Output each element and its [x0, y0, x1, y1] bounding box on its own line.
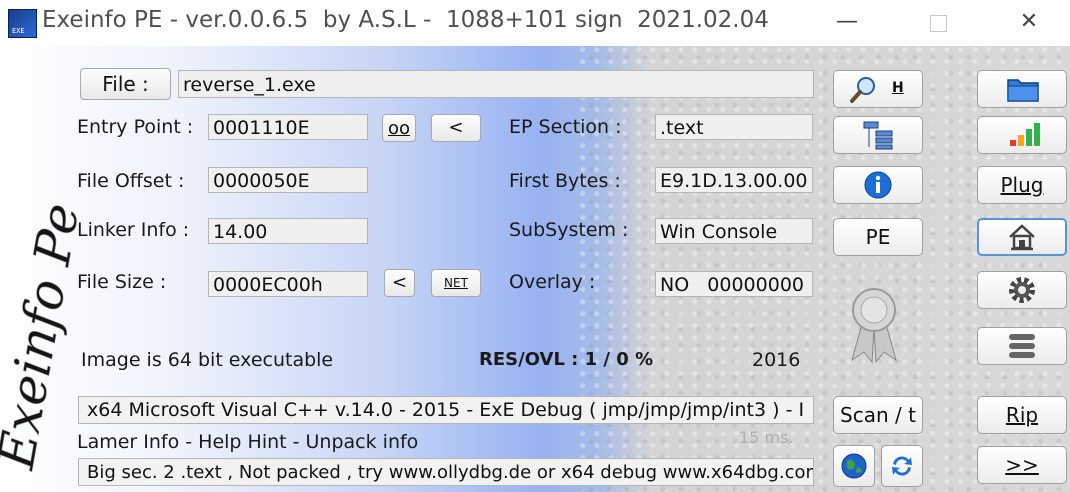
plug-button[interactable]: Plug [977, 166, 1067, 204]
sections-button[interactable] [833, 116, 923, 154]
web-button[interactable] [833, 445, 875, 487]
app-icon: EXE [8, 9, 37, 38]
first-bytes-field[interactable]: E9.1D.13.00.00 [655, 167, 813, 193]
linker-info-label: Linker Info : [77, 219, 190, 241]
stack-icon [1009, 334, 1035, 358]
signal-bars-icon [1010, 123, 1040, 146]
file-size-label: File Size : [77, 271, 167, 293]
file-path-field[interactable]: reverse_1.exe [178, 70, 814, 98]
image-bits-text: Image is 64 bit executable [81, 349, 334, 371]
main-panel: Exeinfo Pe File : reverse_1.exe Entry Po… [0, 46, 1070, 492]
open-folder-button[interactable] [977, 70, 1067, 108]
ep-back-button[interactable]: < [431, 114, 481, 142]
linker-info-field[interactable]: 14.00 [208, 218, 368, 244]
file-offset-field[interactable]: 0000050E [208, 167, 368, 193]
scan-button[interactable]: Scan / t [833, 396, 923, 434]
minimize-button[interactable]: — [818, 4, 876, 40]
pe-button[interactable]: PE [833, 218, 923, 256]
sections-tree-icon [863, 121, 893, 150]
file-size-field[interactable]: 0000EC00h [208, 271, 368, 297]
magnifier-icon [850, 77, 875, 103]
title-bar: EXE Exeinfo PE - ver.0.0.6.5 by A.S.L - … [0, 0, 1070, 46]
search-h-label: H [892, 80, 904, 96]
rip-button[interactable]: Rip [977, 396, 1067, 434]
next-button[interactable]: >> [977, 446, 1067, 484]
maximize-icon [930, 15, 947, 32]
file-button[interactable]: File : [80, 68, 171, 100]
menu-button[interactable] [977, 327, 1067, 365]
ep-section-field[interactable]: .text [655, 114, 813, 140]
overlay-label: Overlay : [509, 271, 596, 293]
scan-time-text: 15 ms. [739, 428, 794, 447]
stats-button[interactable] [977, 116, 1067, 154]
home-icon [1009, 224, 1035, 251]
entry-point-label: Entry Point : [77, 116, 194, 138]
folder-icon [1007, 79, 1039, 102]
search-button[interactable]: H [833, 70, 923, 108]
info-icon [864, 171, 892, 199]
year-text: 2016 [752, 349, 801, 371]
hint-text[interactable]: Big sec. 2 .text , Not packed , try www.… [78, 458, 814, 486]
settings-button[interactable] [977, 271, 1067, 309]
ep-section-label: EP Section : [509, 116, 622, 138]
entry-point-field[interactable]: 0001110E [208, 114, 368, 140]
refresh-button[interactable] [881, 445, 923, 487]
refresh-icon [892, 456, 912, 476]
oo-button[interactable]: oo [382, 114, 416, 142]
close-button[interactable]: ✕ [1000, 4, 1058, 40]
window-title: Exeinfo PE - ver.0.0.6.5 by A.S.L - 1088… [42, 7, 769, 33]
rip-button-label: Rip [1005, 403, 1039, 427]
next-button-label: >> [1005, 453, 1039, 477]
maximize-button [908, 4, 966, 40]
subsystem-label: SubSystem : [509, 219, 629, 241]
size-back-button[interactable]: < [384, 269, 415, 297]
lamer-info-link[interactable]: Lamer Info - Help Hint - Unpack info [77, 431, 418, 453]
overlay-field[interactable]: NO 00000000 [655, 271, 813, 297]
home-button[interactable] [977, 218, 1067, 256]
subsystem-field[interactable]: Win Console [655, 218, 813, 244]
file-button-label: File : [102, 72, 149, 96]
net-button-label: NET [444, 276, 468, 290]
res-ovl-text: RES/OVL : 1 / 0 % [479, 349, 654, 370]
file-offset-label: File Offset : [77, 170, 185, 192]
detection-result[interactable]: x64 Microsoft Visual C++ v.14.0 - 2015 -… [78, 396, 814, 424]
first-bytes-label: First Bytes : [509, 170, 621, 192]
gear-icon [1009, 277, 1035, 303]
ribbon-medal-icon [851, 288, 897, 364]
oo-button-label: oo [387, 118, 411, 139]
net-button[interactable]: NET [431, 269, 481, 297]
info-button[interactable] [833, 166, 923, 204]
plug-button-label: Plug [1000, 173, 1044, 197]
globe-icon [841, 453, 867, 479]
